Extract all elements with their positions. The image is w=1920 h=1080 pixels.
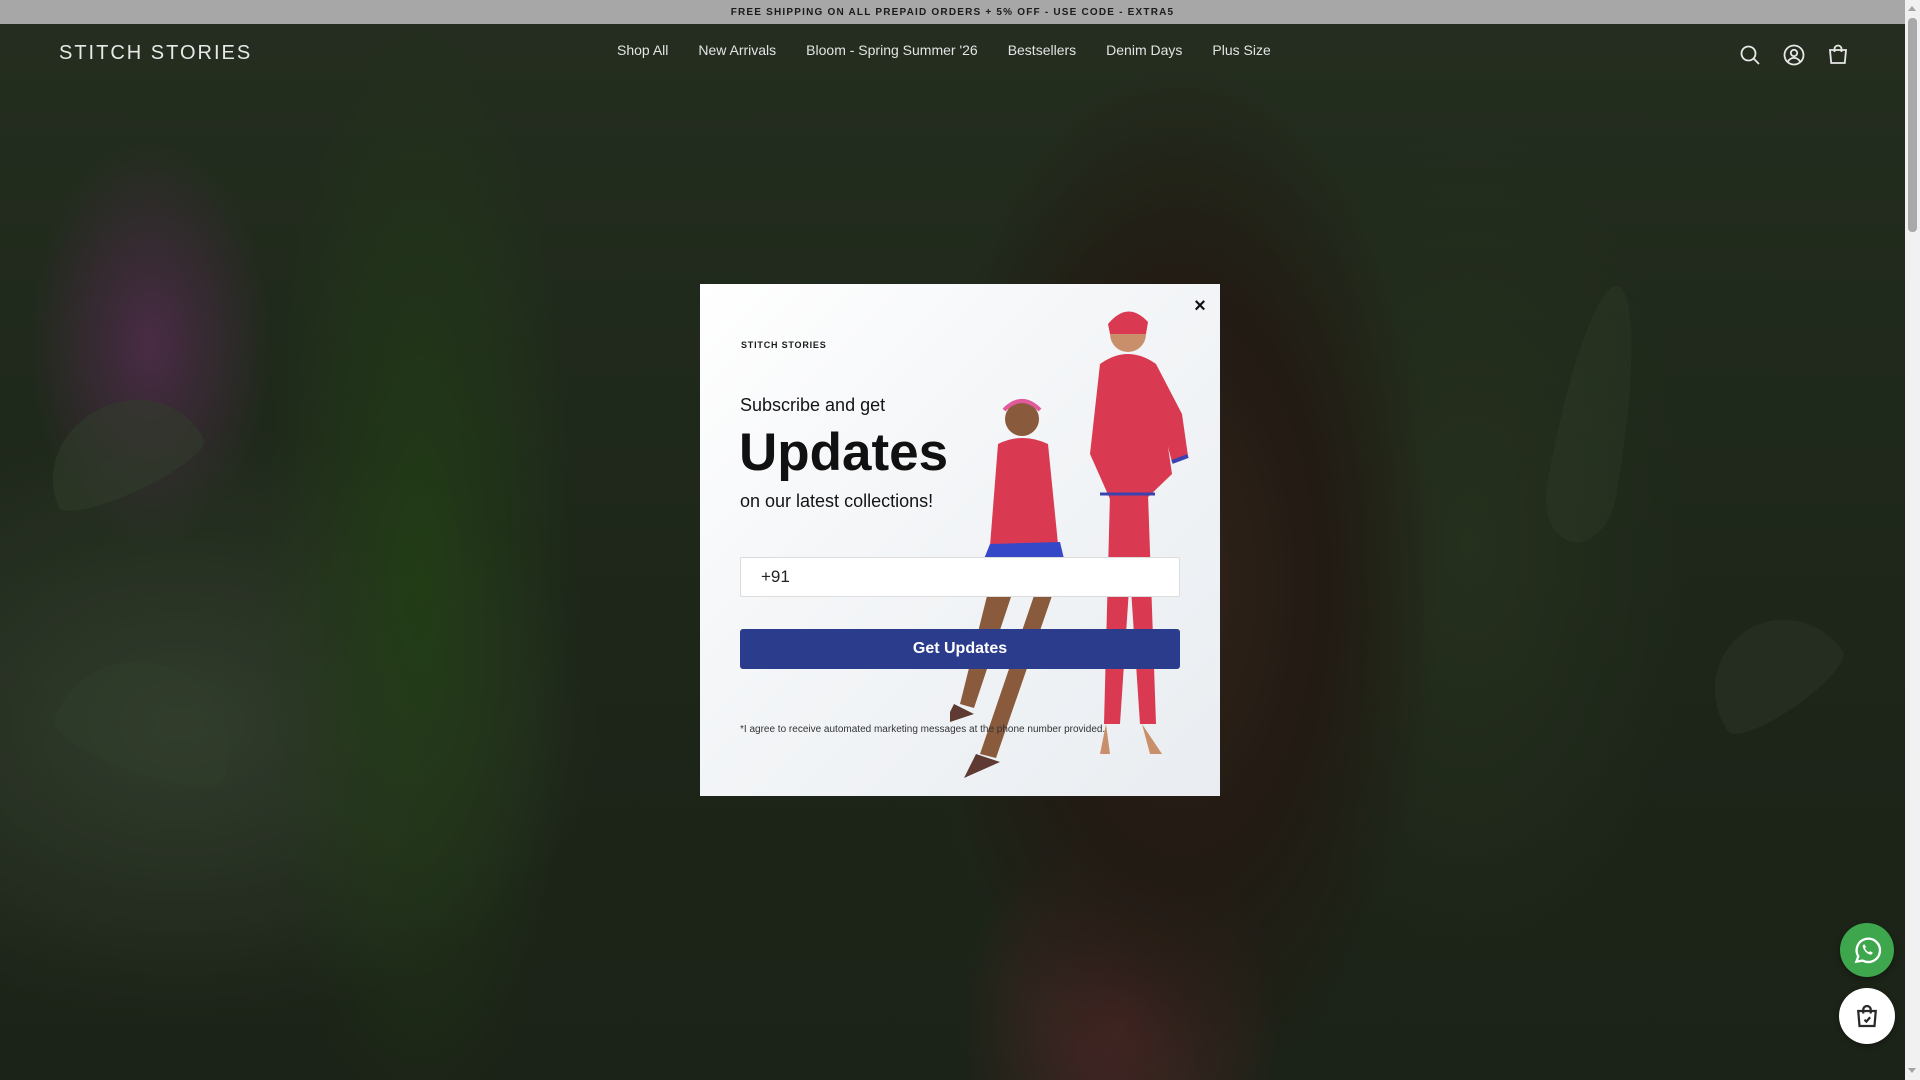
scroll-up-arrow[interactable] — [1908, 6, 1916, 11]
scroll-thumb[interactable] — [1908, 18, 1917, 232]
page: FREE SHIPPING ON ALL PREPAID ORDERS + 5%… — [0, 0, 1920, 1080]
shopping-bag-icon — [1857, 1004, 1877, 1028]
header-icons — [1738, 43, 1850, 67]
popup-subtitle: Subscribe and get — [740, 395, 886, 415]
nav-plus-size[interactable]: Plus Size — [1212, 42, 1270, 58]
popup-title: Updates — [739, 423, 949, 482]
site-logo[interactable]: STITCH STORIES — [59, 42, 252, 65]
popup-tagline: on our latest collections! — [740, 491, 934, 511]
consent-text: *I agree to receive automated marketing … — [740, 724, 1106, 735]
get-updates-button[interactable]: Get Updates — [740, 629, 1180, 669]
phone-input[interactable] — [740, 557, 1180, 597]
nav-shop-all[interactable]: Shop All — [617, 42, 668, 58]
whatsapp-chat-button[interactable] — [1840, 923, 1894, 977]
main-nav: Shop All New Arrivals Bloom - Spring Sum… — [617, 42, 1271, 58]
announcement-text: FREE SHIPPING ON ALL PREPAID ORDERS + 5%… — [730, 6, 1175, 18]
scroll-down-arrow[interactable] — [1908, 1068, 1916, 1073]
nav-new-arrivals[interactable]: New Arrivals — [698, 42, 776, 58]
popup-brand-logo: STITCH STORIES — [741, 340, 827, 350]
account-icon[interactable] — [1782, 43, 1806, 67]
nav-denim-days[interactable]: Denim Days — [1106, 42, 1182, 58]
page-scrollbar[interactable] — [1905, 0, 1920, 1080]
nav-bloom-spring-summer[interactable]: Bloom - Spring Summer '26 — [806, 42, 978, 58]
subscribe-popup: × STITCH STORIES Subscribe and get Updat… — [700, 284, 1220, 796]
announcement-bar: FREE SHIPPING ON ALL PREPAID ORDERS + 5%… — [0, 0, 1905, 24]
whatsapp-icon — [1854, 937, 1882, 964]
nav-bestsellers[interactable]: Bestsellers — [1008, 42, 1076, 58]
close-icon[interactable]: × — [1190, 296, 1210, 316]
site-header: STITCH STORIES Shop All New Arrivals Blo… — [0, 24, 1905, 84]
cart-icon[interactable] — [1826, 43, 1850, 67]
rewards-widget-button[interactable] — [1839, 988, 1895, 1044]
search-icon[interactable] — [1738, 43, 1762, 67]
popup-models-illustration — [950, 311, 1189, 778]
